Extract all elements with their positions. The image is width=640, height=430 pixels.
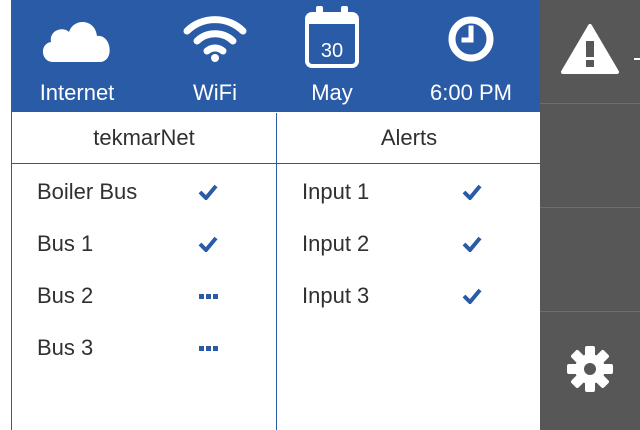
sidebar-button-2[interactable] [540,104,640,208]
list-item[interactable]: Bus 3 [37,326,267,370]
alerts-button[interactable] [540,0,640,104]
wifi-icon [160,10,270,68]
list-item[interactable]: Input 3 [302,274,522,318]
pending-dots-icon [193,274,223,318]
check-icon [193,170,223,214]
wifi-status[interactable]: WiFi [160,0,270,112]
internet-status[interactable]: Internet [12,0,142,112]
list-item-label: Bus 1 [37,231,94,256]
pending-dots-icon [193,326,223,370]
sidebar [540,0,640,430]
list-item-label: Boiler Bus [37,179,138,204]
list-item-label: Input 3 [302,283,370,308]
time-label: 6:00 PM [430,80,512,105]
check-icon [457,274,487,318]
date-status[interactable]: 30 May [292,0,372,112]
list-item-label: Input 2 [302,231,370,256]
status-screen: Internet WiFi 30 May 6:00 PM tekmarNet A… [11,0,541,430]
list-item-label: Bus 3 [37,335,94,360]
internet-label: Internet [39,80,115,105]
list-item[interactable]: Input 1 [302,170,522,214]
list-item[interactable]: Input 2 [302,222,522,266]
list-item-label: Bus 2 [37,283,94,308]
sidebar-button-3[interactable] [540,208,640,312]
check-icon [193,222,223,266]
date-day: 30 [320,40,344,62]
button-edge-mark [634,58,640,60]
status-header: Internet WiFi 30 May 6:00 PM [12,0,541,112]
gear-icon [565,344,615,399]
cloud-icon [12,10,142,68]
warning-icon [560,23,620,80]
wifi-label: WiFi [193,80,237,105]
list-item[interactable]: Bus 1 [37,222,267,266]
list-item[interactable]: Boiler Bus [37,170,267,214]
alerts-title: Alerts [277,113,541,164]
time-status[interactable]: 6:00 PM [408,0,534,112]
settings-button[interactable] [540,312,640,430]
clock-icon [408,10,534,68]
list-item-label: Input 1 [302,179,370,204]
check-icon [457,222,487,266]
panel-divider [276,113,277,430]
list-item[interactable]: Bus 2 [37,274,267,318]
date-month: May [311,80,353,105]
tekmarnet-title: tekmarNet [12,113,276,164]
check-icon [457,170,487,214]
